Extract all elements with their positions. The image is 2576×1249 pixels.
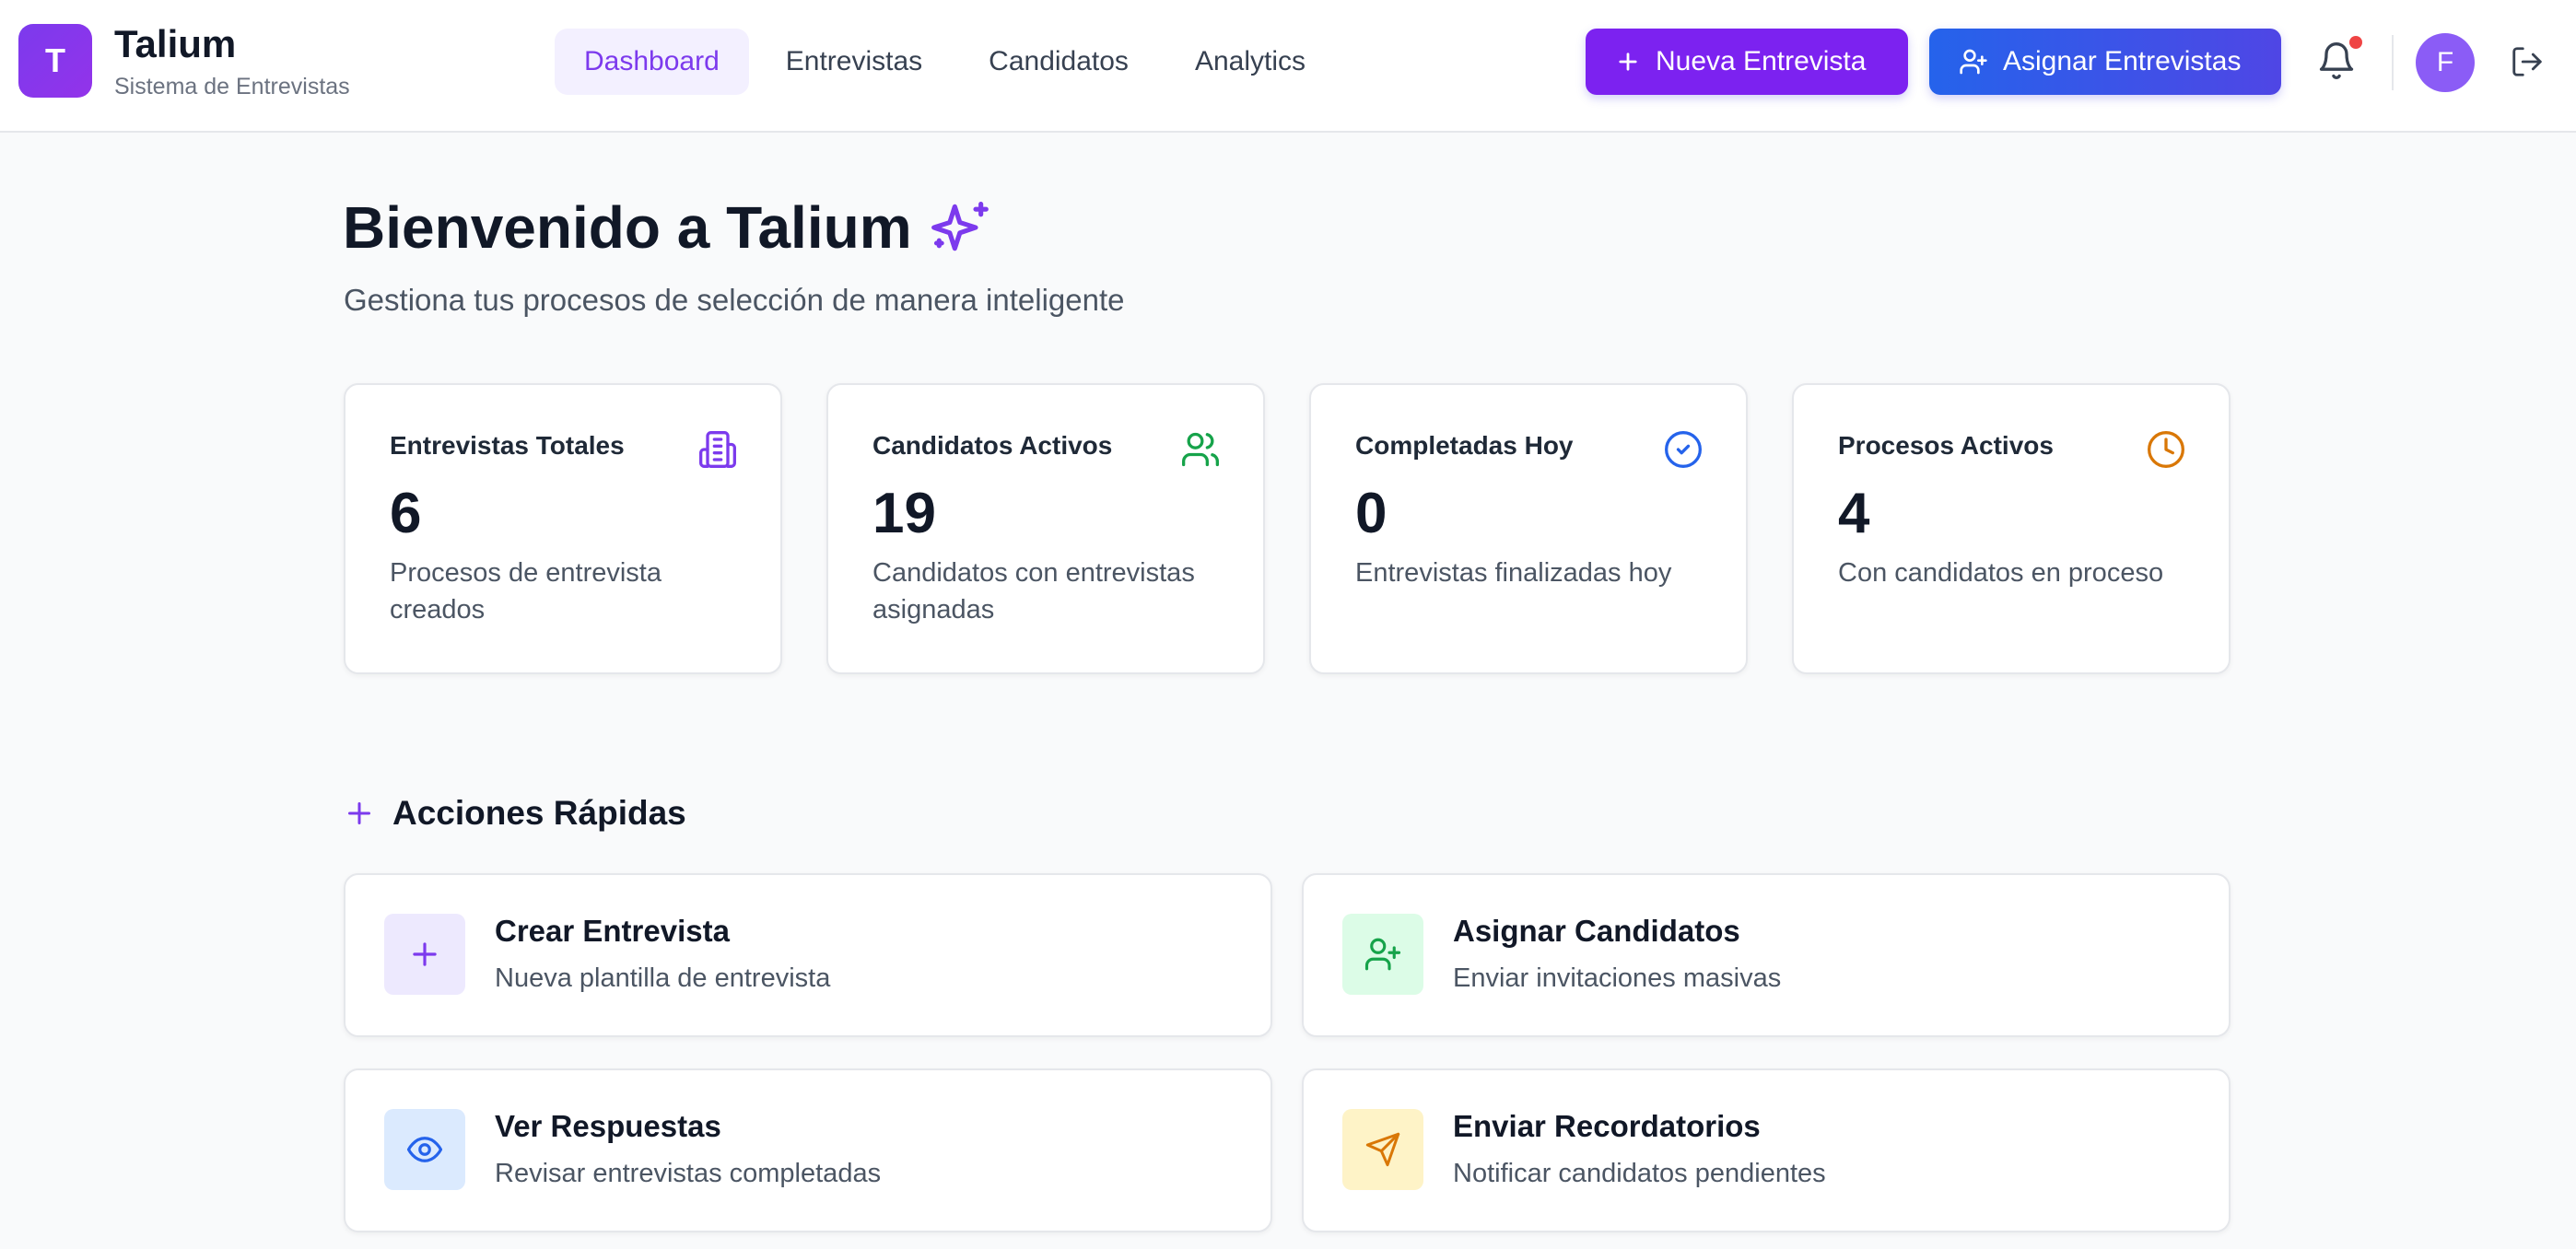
stat-title: Entrevistas Totales	[390, 431, 625, 460]
action-card-enviar-recordatorios[interactable]: Enviar Recordatorios Notificar candidato…	[1302, 1068, 2231, 1232]
stat-description: Procesos de entrevista creados	[390, 558, 662, 624]
stat-value: 6	[390, 482, 422, 545]
new-interview-button[interactable]: Nueva Entrevista	[1586, 29, 1908, 95]
action-card-asignar-candidatos[interactable]: Asignar Candidatos Enviar invitaciones m…	[1302, 873, 2231, 1037]
user-avatar[interactable]: F	[2416, 33, 2475, 92]
action-icon-box	[1342, 1109, 1423, 1190]
action-description: Revisar entrevistas completadas	[495, 1159, 882, 1188]
stat-title: Completadas Hoy	[1355, 431, 1574, 460]
top-navbar: T Talium Sistema de Entrevistas Dashboar…	[0, 0, 2576, 133]
brand-subtitle: Sistema de Entrevistas	[114, 74, 350, 99]
action-description: Enviar invitaciones masivas	[1453, 963, 1782, 993]
send-icon	[1365, 1132, 1400, 1167]
action-title: Crear Entrevista	[495, 914, 730, 948]
brand-name: Talium	[114, 22, 237, 65]
quick-actions-heading: Acciones Rápidas	[343, 794, 686, 833]
stat-card-candidatos-activos: Candidatos Activos 19 Candidatos con ent…	[826, 383, 1265, 674]
welcome-heading: Bienvenido a Talium	[343, 193, 991, 262]
stat-title: Procesos Activos	[1838, 431, 2054, 460]
plus-icon	[348, 802, 370, 824]
user-plus-icon	[1960, 49, 1987, 75]
stat-value: 19	[872, 482, 936, 545]
action-card-ver-respuestas[interactable]: Ver Respuestas Revisar entrevistas compl…	[344, 1068, 1272, 1232]
action-icon-box	[384, 1109, 465, 1190]
header-divider	[2392, 35, 2394, 90]
logout-icon[interactable]	[2510, 44, 2545, 79]
stat-value: 0	[1355, 482, 1388, 545]
assign-interviews-button[interactable]: Asignar Entrevistas	[1929, 29, 2281, 95]
stat-card-entrevistas-totales: Entrevistas Totales 6 Procesos de entrev…	[344, 383, 782, 674]
action-description: Notificar candidatos pendientes	[1453, 1159, 1826, 1188]
page-title: Bienvenido a Talium	[343, 194, 912, 261]
main-nav: Dashboard Entrevistas Candidatos Analyti…	[555, 29, 1335, 95]
stat-card-procesos-activos: Procesos Activos 4 Con candidatos en pro…	[1792, 383, 2231, 674]
stat-description: Entrevistas finalizadas hoy	[1355, 558, 1672, 588]
stat-description: Candidatos con entrevistas asignadas	[872, 558, 1195, 624]
quick-actions-title: Acciones Rápidas	[392, 794, 686, 832]
plus-icon	[1619, 53, 1637, 71]
action-title: Ver Respuestas	[495, 1109, 721, 1143]
nav-item-dashboard[interactable]: Dashboard	[555, 29, 749, 95]
stat-value: 4	[1838, 482, 1870, 545]
building-icon	[699, 431, 736, 468]
app-logo[interactable]: T	[18, 24, 92, 98]
new-interview-label: Nueva Entrevista	[1656, 46, 1867, 76]
check-circle-icon	[1665, 431, 1702, 468]
action-title: Enviar Recordatorios	[1453, 1109, 1761, 1143]
notification-badge	[2349, 36, 2362, 49]
page-subtitle: Gestiona tus procesos de selección de ma…	[344, 283, 1125, 317]
users-icon	[1182, 432, 1219, 467]
action-title: Asignar Candidatos	[1453, 914, 1740, 948]
action-icon-box	[1342, 914, 1423, 995]
sparkles-icon	[931, 201, 989, 251]
nav-item-entrevistas[interactable]: Entrevistas	[756, 29, 952, 95]
stat-description: Con candidatos en proceso	[1838, 558, 2164, 588]
nav-item-analytics[interactable]: Analytics	[1165, 29, 1335, 95]
user-plus-icon	[1364, 938, 1401, 971]
eye-icon	[406, 1137, 443, 1162]
assign-interviews-label: Asignar Entrevistas	[2003, 46, 2242, 76]
action-card-crear-entrevista[interactable]: Crear Entrevista Nueva plantilla de entr…	[344, 873, 1272, 1037]
clock-icon	[2148, 431, 2184, 468]
stat-card-completadas-hoy: Completadas Hoy 0 Entrevistas finalizada…	[1309, 383, 1748, 674]
action-description: Nueva plantilla de entrevista	[495, 963, 831, 993]
nav-item-candidatos[interactable]: Candidatos	[959, 29, 1158, 95]
plus-icon	[413, 942, 437, 966]
stat-title: Candidatos Activos	[872, 431, 1113, 460]
action-icon-box	[384, 914, 465, 995]
